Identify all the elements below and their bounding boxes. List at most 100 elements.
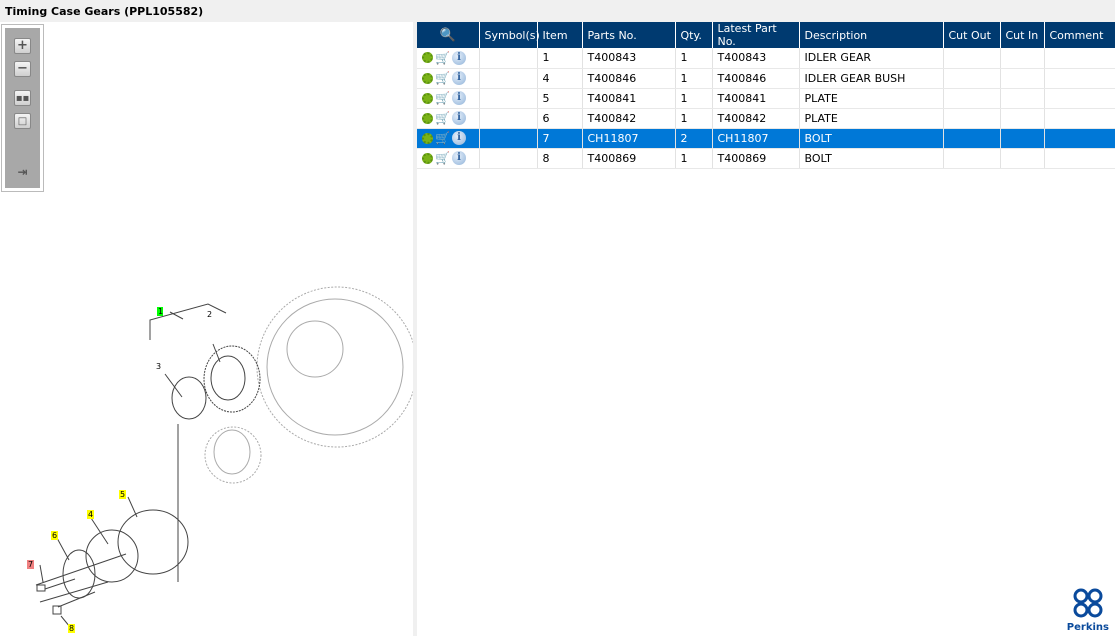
cart-icon[interactable]: 🛒 [435,92,450,104]
diagram-panel[interactable]: + − ▪▪ □ ⇥ 1 2 3 4 5 6 7 8 [0,22,413,636]
callout-4: 4 [88,510,93,519]
cell-symbols [479,148,538,169]
cell-comment [1044,128,1115,149]
perkins-logo: Perkins [1067,587,1109,633]
row-actions: 🛒 i [417,88,480,109]
idler-gear [203,345,261,413]
cell-comment [1044,148,1115,169]
column-header-search[interactable]: 🔍 [417,22,480,48]
cell-qty: 2 [675,128,713,149]
callout-2: 2 [207,310,212,319]
gear-icon[interactable] [422,92,433,104]
table-row[interactable]: 🛒 i 7 CH11807 2 CH11807 BOLT [417,128,1115,149]
cell-comment [1044,68,1115,89]
cell-latest-part-no: T400846 [712,68,800,89]
column-header-latest-part-no[interactable]: Latest Part No. [712,22,800,48]
cell-qty: 1 [675,88,713,109]
column-header-parts-no[interactable]: Parts No. [582,22,676,48]
cell-cut-in [1000,68,1045,89]
row-actions: 🛒 i [417,48,480,69]
cell-symbols [479,128,538,149]
cell-item: 8 [537,148,583,169]
callout-3: 3 [156,362,161,371]
cell-description: PLATE [799,108,944,129]
cell-parts-no: T400843 [582,48,676,69]
row-actions: 🛒 i [417,68,480,89]
cell-description: BOLT [799,148,944,169]
callout-5: 5 [120,490,125,499]
parts-table: 🔍 Symbol(s) Item Parts No. Qty. Latest P… [417,22,1115,169]
column-header-symbols[interactable]: Symbol(s) [479,22,540,48]
info-icon[interactable]: i [452,50,466,65]
column-header-cut-in[interactable]: Cut In [1000,22,1045,48]
brand-name: Perkins [1066,622,1109,633]
cell-symbols [479,88,538,109]
column-header-item[interactable]: Item [537,22,583,48]
cell-cut-out [943,48,1001,69]
table-row[interactable]: 🛒 i 1 T400843 1 T400843 IDLER GEAR [417,48,1115,69]
cart-icon[interactable]: 🛒 [435,132,450,144]
cell-latest-part-no: T400842 [712,108,800,129]
cell-symbols [479,108,538,129]
bush [171,376,207,420]
column-header-cut-out[interactable]: Cut Out [943,22,1001,48]
cell-description: IDLER GEAR [799,48,944,69]
cart-icon[interactable]: 🛒 [435,152,450,164]
table-row[interactable]: 🛒 i 4 T400846 1 T400846 IDLER GEAR BUSH [417,68,1115,89]
cell-symbols [479,48,538,69]
cell-cut-out [943,88,1001,109]
cell-parts-no: T400846 [582,68,676,89]
gear-icon[interactable] [422,112,433,124]
cart-icon[interactable]: 🛒 [435,72,450,84]
info-icon[interactable]: i [452,111,466,125]
info-icon[interactable]: i [452,91,466,105]
cell-cut-in [1000,128,1045,149]
row-actions: 🛒 i [417,148,480,169]
column-header-comment[interactable]: Comment [1044,22,1115,48]
lower-gear [204,426,262,484]
cell-comment [1044,108,1115,129]
cell-item: 4 [537,68,583,89]
cell-cut-out [943,68,1001,89]
info-icon[interactable]: i [452,151,466,165]
exploded-parts-diagram: 1 2 3 4 5 6 7 8 [27,286,413,633]
bush-4 [85,529,139,583]
column-header-qty[interactable]: Qty. [675,22,713,48]
info-icon[interactable]: i [452,71,466,85]
cell-description: PLATE [799,88,944,109]
gear-icon[interactable] [422,52,433,64]
callout-7: 7 [28,560,33,569]
info-icon[interactable]: i [452,131,466,145]
gear-icon[interactable] [422,72,433,84]
cell-cut-in [1000,108,1045,129]
magnifier-icon: 🔍 [439,27,456,43]
cell-qty: 1 [675,108,713,129]
row-actions: 🛒 i [417,128,480,149]
row-actions: 🛒 i [417,108,480,129]
cell-latest-part-no: T400841 [712,88,800,109]
cell-cut-out [943,128,1001,149]
table-row[interactable]: 🛒 i 5 T400841 1 T400841 PLATE [417,88,1115,109]
cart-icon[interactable]: 🛒 [435,112,450,124]
cell-item: 6 [537,108,583,129]
cell-parts-no: T400869 [582,148,676,169]
cell-comment [1044,88,1115,109]
callout-8: 8 [69,624,74,633]
cell-cut-in [1000,148,1045,169]
table-row[interactable]: 🛒 i 8 T400869 1 T400869 BOLT [417,148,1115,169]
cell-qty: 1 [675,48,713,69]
perkins-emblem-icon [1073,588,1103,618]
cell-cut-out [943,108,1001,129]
gear-icon[interactable] [422,132,433,144]
cell-parts-no: T400842 [582,108,676,129]
cart-icon[interactable]: 🛒 [435,52,450,64]
gear-icon[interactable] [422,152,433,164]
cell-item: 7 [537,128,583,149]
cell-cut-in [1000,48,1045,69]
cell-latest-part-no: CH11807 [712,128,800,149]
table-row[interactable]: 🛒 i 6 T400842 1 T400842 PLATE [417,108,1115,129]
cell-latest-part-no: T400843 [712,48,800,69]
cell-latest-part-no: T400869 [712,148,800,169]
cell-description: BOLT [799,128,944,149]
column-header-description[interactable]: Description [799,22,944,48]
